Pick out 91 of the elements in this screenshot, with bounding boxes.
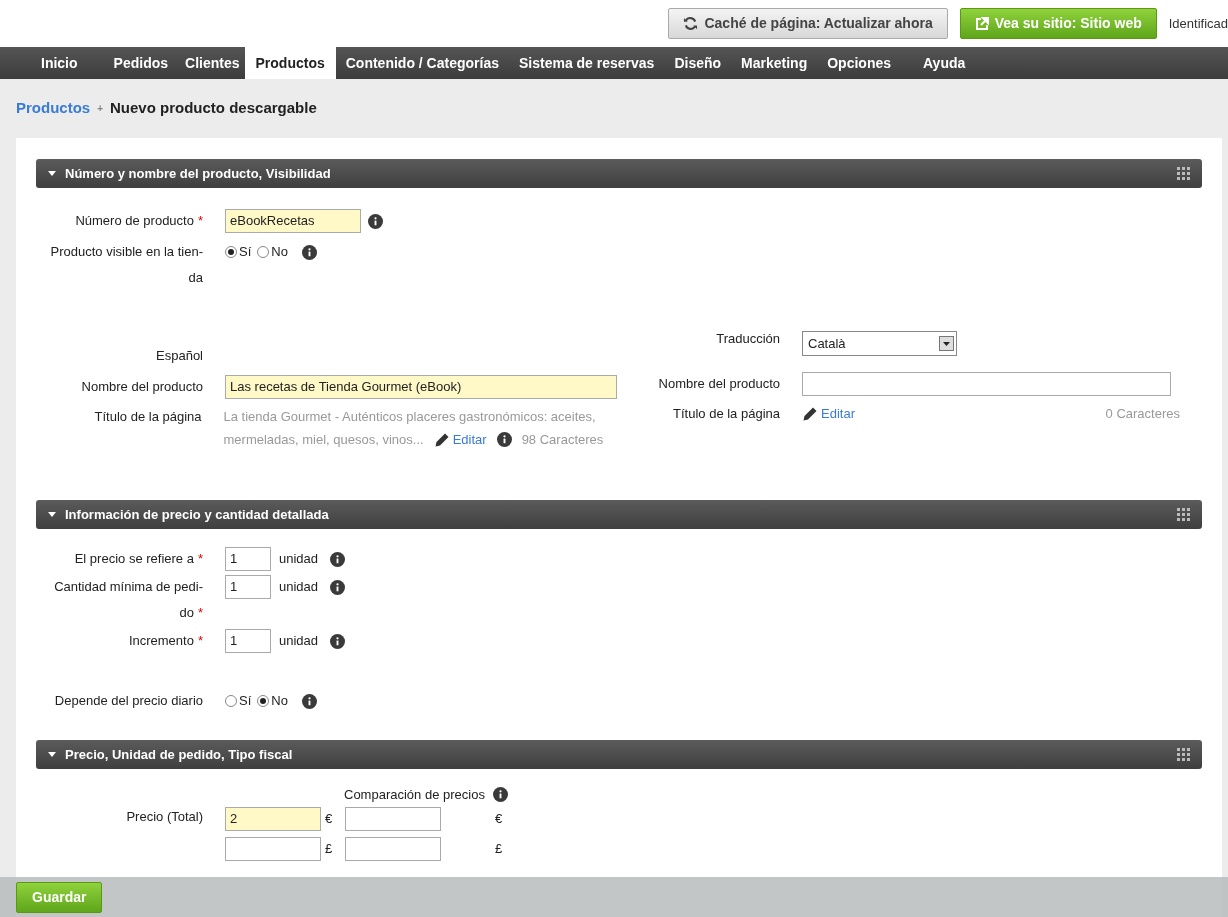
radio-button[interactable]	[225, 695, 237, 707]
section-header[interactable]: Precio, Unidad de pedido, Tipo fiscal	[36, 740, 1202, 769]
collapse-caret-icon[interactable]	[48, 752, 56, 757]
pencil-icon	[802, 405, 818, 422]
nav-tab[interactable]: Sistema de reservas	[508, 47, 665, 79]
grid-icon[interactable]	[1177, 748, 1190, 761]
field-label: Nombre del producto	[658, 376, 780, 392]
page-title-text: mermeladas, miel, quesos, vinos...	[223, 431, 424, 449]
nav-tab[interactable]: Marketing	[731, 47, 818, 79]
info-icon[interactable]	[301, 693, 317, 709]
required-asterisk: *	[197, 213, 203, 228]
info-icon[interactable]	[330, 633, 346, 649]
required-asterisk: *	[197, 633, 203, 648]
field-label: do	[179, 605, 194, 620]
price-label: Precio (Total)	[126, 808, 203, 824]
comparison-price-field[interactable]	[345, 806, 441, 831]
user-login-text[interactable]: Identificad	[1168, 13, 1228, 34]
radio-button[interactable]	[225, 246, 237, 258]
field-label: Depende del precio diario	[54, 693, 203, 708]
field-label: El precio se refiere a	[74, 551, 194, 566]
page-title: Nuevo producto descargable	[110, 98, 317, 119]
currency-symbol: £	[495, 839, 503, 858]
radio-label: No	[271, 692, 288, 711]
nav-tab[interactable]: Pedidos	[101, 47, 181, 79]
info-icon[interactable]	[330, 579, 346, 595]
info-icon[interactable]	[496, 432, 512, 447]
nav-tab[interactable]: Productos	[244, 47, 336, 79]
radio-button[interactable]	[257, 246, 270, 258]
section-title: Número y nombre del producto, Visibilidad	[65, 164, 331, 183]
quantity-field[interactable]: 1	[225, 547, 271, 571]
comparison-price-field[interactable]	[345, 836, 441, 861]
price-field[interactable]: 2	[225, 806, 321, 831]
edit-link[interactable]: Editar	[452, 428, 487, 451]
required-asterisk: *	[197, 551, 203, 566]
quantity-field[interactable]: 1	[225, 575, 271, 599]
refresh-icon	[683, 16, 699, 31]
field-label: Título de la página	[94, 409, 202, 424]
nav-tab[interactable]: Ayuda	[901, 47, 976, 79]
translation-select[interactable]: Català	[802, 331, 957, 356]
field-label: Nombre del producto	[81, 379, 203, 395]
info-icon[interactable]	[492, 787, 508, 803]
product-name-field[interactable]: Las recetas de Tienda Gourmet (eBook)	[225, 375, 617, 399]
field-label: Producto visible en la tien-	[50, 244, 203, 259]
breadcrumb-separator: +	[97, 102, 104, 116]
nav-tab[interactable]: Inicio	[0, 47, 102, 79]
field-label: Traducción	[716, 330, 780, 346]
section-title: Precio, Unidad de pedido, Tipo fiscal	[65, 745, 293, 764]
translated-name-field[interactable]	[802, 372, 1171, 396]
radio-button[interactable]	[257, 695, 270, 707]
collapse-caret-icon[interactable]	[48, 171, 56, 176]
info-icon[interactable]	[301, 244, 317, 260]
breadcrumb-link[interactable]: Productos	[16, 97, 91, 120]
radio-label: Sí	[239, 692, 252, 711]
character-count: 98 Caracteres	[521, 431, 604, 449]
product-number-field[interactable]: eBookRecetas	[225, 209, 361, 233]
radio-label: No	[271, 243, 288, 262]
currency-symbol: €	[495, 809, 503, 828]
collapse-caret-icon[interactable]	[48, 512, 56, 517]
info-icon[interactable]	[368, 213, 383, 229]
nav-tab[interactable]: Clientes	[180, 47, 245, 79]
unit-label: unidad	[279, 578, 319, 597]
grid-icon[interactable]	[1177, 167, 1190, 180]
unit-label: unidad	[279, 632, 319, 651]
edit-link[interactable]: Editar	[821, 403, 855, 424]
external-link-icon	[974, 16, 989, 31]
field-label: Título de la página	[673, 405, 780, 421]
pencil-icon	[433, 431, 450, 448]
comparison-label: Comparación de precios	[344, 786, 485, 804]
page-title-text: La tienda Gourmet - Auténticos placeres gastronómicos: aceites,	[223, 409, 596, 424]
currency-symbol: €	[325, 809, 334, 828]
nav-tab[interactable]: Opciones	[817, 47, 901, 79]
radio-label: Sí	[239, 243, 252, 262]
section-header[interactable]: Información de precio y cantidad detallada	[36, 500, 1202, 529]
language-label: Español	[156, 348, 203, 363]
unit-label: unidad	[279, 550, 319, 569]
info-icon[interactable]	[330, 551, 346, 567]
grid-icon[interactable]	[1177, 508, 1190, 521]
cache-refresh-button[interactable]: Caché de página: Actualizar ahora	[668, 8, 948, 39]
required-asterisk: *	[197, 605, 203, 620]
character-count: 0 Caracteres	[1105, 404, 1180, 423]
field-label: Cantidad mínima de pedi-	[54, 579, 203, 594]
field-label: Incremento	[128, 633, 194, 648]
currency-symbol: £	[325, 839, 334, 858]
field-label: Número de producto	[75, 213, 194, 228]
price-field[interactable]	[225, 836, 321, 861]
quantity-field[interactable]: 1	[225, 629, 271, 653]
section-title: Información de precio y cantidad detallada	[65, 505, 329, 524]
field-label: da	[188, 270, 203, 285]
nav-tab[interactable]: Diseño	[664, 47, 732, 79]
section-header[interactable]: Número y nombre del producto, Visibilidad	[36, 159, 1202, 188]
nav-tab[interactable]: Contenido / Categorías	[335, 47, 509, 79]
